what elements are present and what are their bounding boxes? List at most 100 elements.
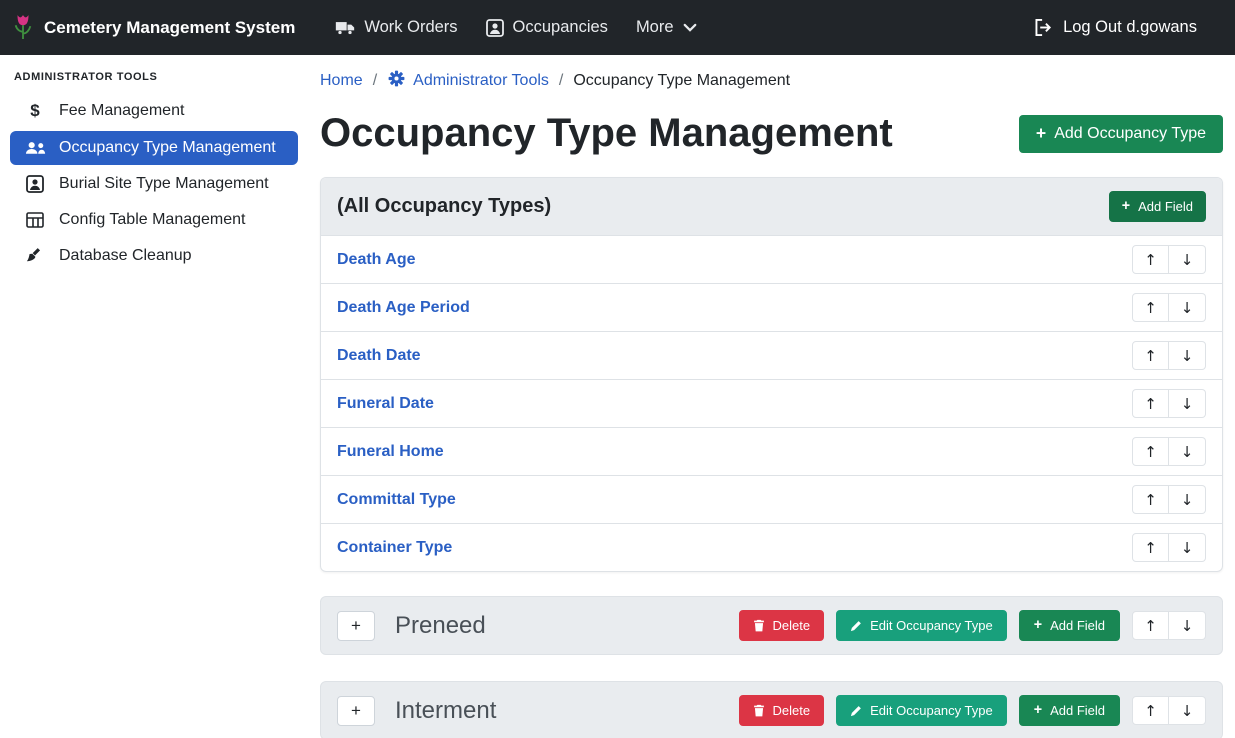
breadcrumb-home-link[interactable]: Home	[320, 72, 363, 90]
move-down-button[interactable]: ↓	[1169, 293, 1206, 322]
reorder-buttons: ↑ ↓	[1132, 533, 1206, 562]
field-row: Death Age ↑ ↓	[321, 236, 1222, 284]
move-down-button[interactable]: ↓	[1169, 341, 1206, 370]
move-up-button[interactable]: ↑	[1132, 389, 1169, 418]
move-down-button[interactable]: ↓	[1169, 485, 1206, 514]
chevron-down-icon	[683, 23, 697, 33]
plus-icon: +	[1036, 125, 1046, 143]
logout-label: Log Out d.gowans	[1063, 18, 1197, 37]
down-arrow-icon: ↓	[1181, 491, 1194, 509]
move-up-button[interactable]: ↑	[1132, 611, 1169, 640]
logout-button[interactable]: Log Out d.gowans	[1020, 10, 1211, 45]
section-title: Interment	[395, 697, 496, 725]
delete-button[interactable]: Delete	[739, 610, 825, 641]
edit-occupancy-type-button[interactable]: Edit Occupancy Type	[836, 610, 1007, 641]
trash-icon	[753, 704, 765, 717]
plus-icon: +	[351, 701, 361, 721]
field-link[interactable]: Committal Type	[337, 491, 456, 509]
occupancy-type-section-interment: + Interment Delete	[320, 681, 1223, 738]
top-navbar: Cemetery Management System Work Orders	[0, 0, 1235, 55]
users-icon	[24, 141, 46, 155]
main-nav: Work Orders Occupancies More	[321, 10, 710, 45]
button-label: Delete	[773, 618, 811, 633]
delete-button[interactable]: Delete	[739, 695, 825, 726]
nav-label: More	[636, 18, 674, 37]
move-up-button[interactable]: ↑	[1132, 437, 1169, 466]
sidebar: ADMINISTRATOR TOOLS $ Fee Management Occ…	[0, 55, 308, 738]
field-link[interactable]: Container Type	[337, 539, 452, 557]
down-arrow-icon: ↓	[1181, 617, 1194, 635]
reorder-buttons: ↑ ↓	[1132, 611, 1206, 640]
move-up-button[interactable]: ↑	[1132, 341, 1169, 370]
field-row: Committal Type ↑ ↓	[321, 476, 1222, 524]
sidebar-item-occupancy-type-management[interactable]: Occupancy Type Management	[10, 131, 298, 165]
page-header: Occupancy Type Management + Add Occupanc…	[320, 107, 1223, 157]
button-label: Add Field	[1138, 199, 1193, 214]
field-link[interactable]: Death Age Period	[337, 299, 470, 317]
add-field-button[interactable]: + Add Field	[1109, 191, 1206, 222]
up-arrow-icon: ↑	[1144, 251, 1157, 269]
down-arrow-icon: ↓	[1181, 702, 1194, 720]
move-down-button[interactable]: ↓	[1169, 437, 1206, 466]
move-down-button[interactable]: ↓	[1169, 611, 1206, 640]
breadcrumb-admin-tools-link[interactable]: Administrator Tools	[387, 69, 549, 93]
person-frame-icon	[486, 19, 504, 37]
field-row: Death Date ↑ ↓	[321, 332, 1222, 380]
card-title: (All Occupancy Types)	[337, 195, 551, 218]
move-up-button[interactable]: ↑	[1132, 696, 1169, 725]
field-link[interactable]: Death Age	[337, 251, 416, 269]
main-content: Home /	[308, 55, 1235, 738]
field-link[interactable]: Funeral Home	[337, 443, 444, 461]
down-arrow-icon: ↓	[1181, 299, 1194, 317]
plus-icon: +	[1034, 618, 1042, 632]
expand-button[interactable]: +	[337, 696, 375, 726]
sidebar-item-database-cleanup[interactable]: Database Cleanup	[10, 239, 298, 273]
move-down-button[interactable]: ↓	[1169, 696, 1206, 725]
field-row: Container Type ↑ ↓	[321, 524, 1222, 571]
nav-work-orders[interactable]: Work Orders	[321, 10, 471, 45]
expand-button[interactable]: +	[337, 611, 375, 641]
move-up-button[interactable]: ↑	[1132, 485, 1169, 514]
plus-icon: +	[1034, 703, 1042, 717]
nav-more[interactable]: More	[622, 10, 711, 45]
reorder-buttons: ↑ ↓	[1132, 389, 1206, 418]
edit-occupancy-type-button[interactable]: Edit Occupancy Type	[836, 695, 1007, 726]
add-occupancy-type-button[interactable]: + Add Occupancy Type	[1019, 115, 1223, 153]
button-label: Edit Occupancy Type	[870, 703, 993, 718]
button-label: Add Occupancy Type	[1054, 125, 1206, 143]
move-down-button[interactable]: ↓	[1169, 245, 1206, 274]
logout-icon	[1034, 19, 1054, 36]
field-row: Death Age Period ↑ ↓	[321, 284, 1222, 332]
occupancy-type-section-preneed: + Preneed Delete	[320, 596, 1223, 655]
sidebar-item-config-table-management[interactable]: Config Table Management	[10, 203, 298, 237]
sidebar-section-title: ADMINISTRATOR TOOLS	[0, 63, 308, 91]
truck-icon	[335, 20, 355, 35]
breadcrumb-label: Administrator Tools	[413, 72, 549, 90]
app-brand[interactable]: Cemetery Management System	[12, 13, 295, 43]
field-row: Funeral Date ↑ ↓	[321, 380, 1222, 428]
sidebar-item-label: Fee Management	[59, 102, 184, 120]
section-actions: Delete Edit Occupancy Type + Add Field	[739, 610, 1206, 641]
plus-icon: +	[351, 616, 361, 636]
add-field-button[interactable]: + Add Field	[1019, 695, 1120, 726]
move-down-button[interactable]: ↓	[1169, 389, 1206, 418]
table-icon	[24, 212, 46, 228]
tulip-logo-icon	[12, 13, 34, 43]
move-up-button[interactable]: ↑	[1132, 245, 1169, 274]
move-up-button[interactable]: ↑	[1132, 293, 1169, 322]
move-up-button[interactable]: ↑	[1132, 533, 1169, 562]
sidebar-item-burial-site-type-management[interactable]: Burial Site Type Management	[10, 167, 298, 201]
down-arrow-icon: ↓	[1181, 443, 1194, 461]
nav-occupancies[interactable]: Occupancies	[472, 10, 622, 45]
add-field-button[interactable]: + Add Field	[1019, 610, 1120, 641]
sidebar-item-fee-management[interactable]: $ Fee Management	[10, 93, 298, 129]
up-arrow-icon: ↑	[1144, 491, 1157, 509]
reorder-buttons: ↑ ↓	[1132, 341, 1206, 370]
up-arrow-icon: ↑	[1144, 395, 1157, 413]
field-link[interactable]: Death Date	[337, 347, 421, 365]
move-down-button[interactable]: ↓	[1169, 533, 1206, 562]
reorder-buttons: ↑ ↓	[1132, 245, 1206, 274]
pencil-icon	[850, 620, 862, 632]
navbar-right: Log Out d.gowans	[1020, 10, 1211, 45]
field-link[interactable]: Funeral Date	[337, 395, 434, 413]
